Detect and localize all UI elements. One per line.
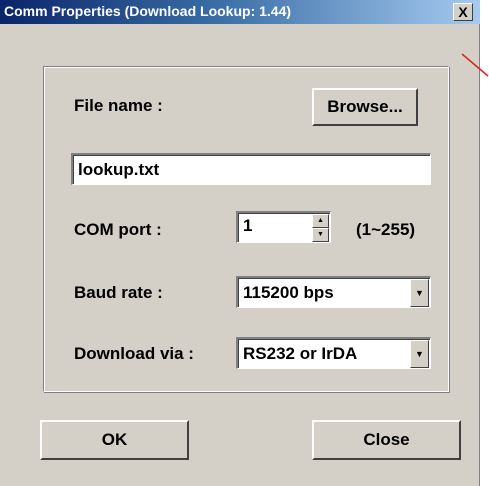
ok-button-label: OK (101, 430, 128, 449)
com-port-value: 1 (243, 216, 253, 235)
file-name-value: lookup.txt (78, 160, 160, 179)
close-icon: X (458, 4, 468, 20)
chevron-down-icon[interactable]: ▼ (410, 279, 429, 307)
download-via-label: Download via : (74, 344, 194, 363)
chevron-down-icon[interactable]: ▼ (410, 340, 429, 368)
com-port-input[interactable]: 1 ▲ ▼ (236, 211, 331, 243)
baud-rate-label: Baud rate : (74, 283, 163, 302)
title-bar[interactable]: Comm Properties (Download Lookup: 1.44) … (0, 0, 480, 24)
window-title: Comm Properties (Download Lookup: 1.44) (4, 3, 292, 19)
download-via-select[interactable]: RS232 or IrDA ▼ (236, 337, 431, 369)
red-line-mark (461, 53, 489, 77)
spin-down-icon[interactable]: ▼ (312, 228, 329, 242)
ok-button[interactable]: OK (40, 420, 189, 460)
spin-up-icon[interactable]: ▲ (312, 214, 329, 228)
close-button[interactable]: Close (312, 420, 461, 460)
close-button-label: Close (363, 430, 410, 449)
browse-button[interactable]: Browse... (312, 88, 418, 126)
com-port-spinner[interactable]: ▲ ▼ (312, 214, 329, 242)
file-name-label: File name : (74, 96, 163, 115)
baud-rate-select[interactable]: 115200 bps ▼ (236, 276, 431, 308)
download-via-value: RS232 or IrDA (243, 344, 358, 363)
com-port-label: COM port : (74, 220, 162, 239)
comm-properties-dialog: Comm Properties (Download Lookup: 1.44) … (0, 0, 489, 486)
com-port-range: (1~255) (356, 220, 416, 239)
file-name-input[interactable]: lookup.txt (71, 153, 431, 185)
browse-button-label: Browse... (327, 97, 403, 116)
close-window-button[interactable]: X (453, 3, 473, 21)
baud-rate-value: 115200 bps (243, 283, 334, 302)
